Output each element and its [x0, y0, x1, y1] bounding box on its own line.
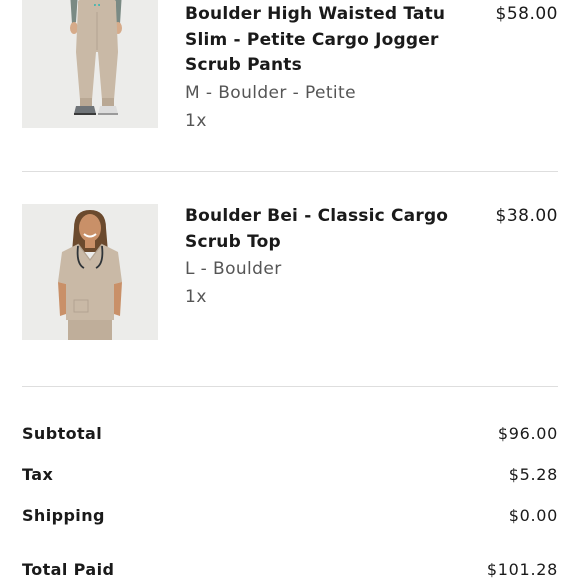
- shipping-label: Shipping: [22, 506, 105, 525]
- total-paid-label: Total Paid: [22, 560, 115, 579]
- tax-label: Tax: [22, 465, 54, 484]
- order-item: Boulder Bei - Classic Cargo Scrub Top L …: [22, 204, 558, 340]
- subtotal-row: Subtotal $96.00: [22, 424, 558, 443]
- subtotal-value: $96.00: [497, 424, 558, 443]
- product-name[interactable]: Boulder Bei - Classic Cargo Scrub Top: [185, 204, 450, 255]
- total-paid-row: Total Paid $101.28: [22, 560, 558, 579]
- product-quantity: 1x: [185, 110, 207, 131]
- shipping-row: Shipping $0.00: [22, 506, 558, 525]
- tax-value: $5.28: [508, 465, 558, 484]
- product-price: $58.00: [495, 4, 558, 24]
- jogger-pants-photo-icon: [22, 0, 158, 128]
- product-quantity: 1x: [185, 287, 207, 307]
- order-item: Boulder High Waisted Tatu Slim - Petite …: [22, 0, 558, 134]
- divider: [22, 171, 558, 172]
- total-paid-value: $101.28: [486, 560, 558, 579]
- product-price: $38.00: [495, 206, 558, 226]
- product-name[interactable]: Boulder High Waisted Tatu Slim - Petite …: [185, 2, 450, 79]
- product-image-jogger-pants[interactable]: [22, 0, 158, 128]
- product-variant: L - Boulder: [185, 259, 282, 279]
- order-summary-page: Boulder High Waisted Tatu Slim - Petite …: [0, 0, 580, 580]
- subtotal-label: Subtotal: [22, 424, 103, 443]
- divider: [22, 386, 558, 387]
- product-variant: M - Boulder - Petite: [185, 82, 356, 103]
- scrub-top-photo-icon: [22, 204, 158, 340]
- shipping-value: $0.00: [508, 506, 558, 525]
- product-image-scrub-top[interactable]: [22, 204, 158, 340]
- tax-row: Tax $5.28: [22, 465, 558, 484]
